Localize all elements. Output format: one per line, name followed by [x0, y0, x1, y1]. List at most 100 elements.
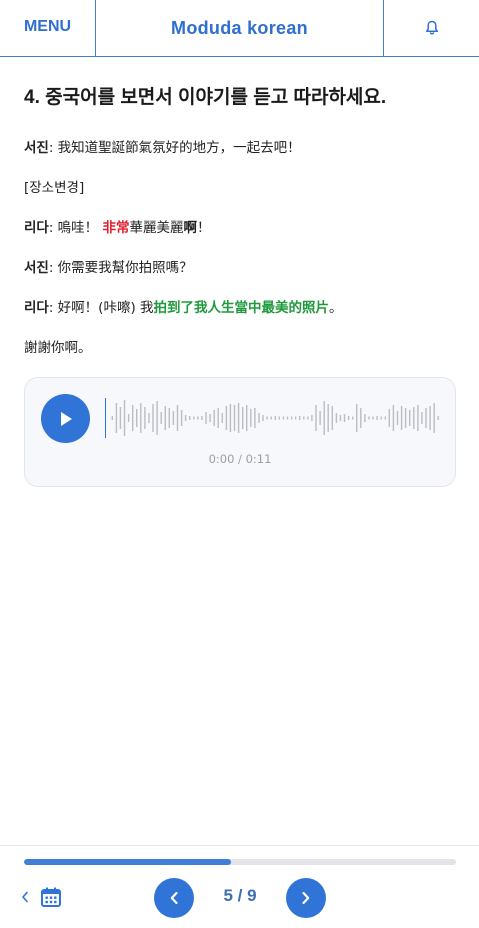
waveform-bar [421, 412, 423, 424]
waveform-bar [372, 416, 374, 420]
waveform-bar [156, 401, 158, 435]
back-button[interactable] [18, 888, 32, 906]
waveform-bar [429, 406, 431, 430]
waveform-bar [311, 415, 313, 421]
waveform-bar [189, 416, 191, 420]
waveform-bar [339, 415, 342, 421]
waveform-bar [404, 408, 407, 428]
waveform-bar [144, 407, 146, 429]
waveform-bar [319, 411, 321, 425]
prev-arrow-icon [170, 891, 178, 905]
waveform-bar [368, 416, 370, 420]
lesson-progress-fill [24, 859, 232, 865]
waveform-bar [237, 403, 240, 433]
waveform-bar [376, 416, 378, 420]
waveform-bar [209, 414, 211, 422]
waveform-bar [335, 413, 338, 423]
waveform-bar [184, 415, 187, 421]
play-icon [60, 411, 72, 426]
waveform-bar [205, 412, 207, 424]
waveform-bar [400, 406, 403, 430]
menu-button[interactable]: MENU [0, 0, 96, 56]
waveform-bar [152, 404, 154, 432]
lesson-progress-bar [24, 859, 456, 865]
waveform-bar [347, 416, 350, 420]
waveform-bar [132, 405, 134, 431]
waveform-bar [140, 403, 142, 433]
waveform-bar [242, 407, 244, 429]
waveform-bar [262, 415, 264, 421]
waveform-bar [217, 408, 219, 428]
waveform-bar [180, 410, 183, 426]
dialogue-line: [장소변경] [24, 178, 84, 198]
waveform-bar [111, 416, 113, 420]
waveform-bar [172, 411, 175, 425]
logo[interactable]: Moduda korean [96, 0, 383, 56]
waveform-bar [307, 416, 309, 420]
highlight-text: 拍到了我人生當中最美的照片 [153, 300, 330, 316]
play-button[interactable] [41, 394, 90, 443]
waveform-bar [364, 414, 366, 422]
waveform-bar [148, 413, 150, 423]
prev-page-button[interactable] [154, 878, 194, 918]
waveform-bar [352, 416, 354, 420]
waveform-bar [221, 413, 223, 423]
waveform-bar [417, 405, 419, 431]
audio-waveform[interactable] [111, 396, 441, 440]
waveform-bar [201, 416, 203, 420]
playhead[interactable] [105, 398, 106, 438]
audio-time: 0:00 / 0:11 [208, 452, 272, 466]
waveform-bar [213, 410, 215, 426]
highlight-text: 啊 [183, 220, 197, 236]
notification-button[interactable] [383, 0, 479, 56]
page-indicator: 5 / 9 [223, 886, 257, 905]
waveform-bar [396, 411, 399, 425]
waveform-bar [286, 416, 289, 420]
waveform-bar [193, 416, 195, 420]
waveform-bar [331, 406, 333, 430]
next-page-button[interactable] [286, 878, 326, 918]
waveform-bar [409, 410, 411, 426]
calendar-button[interactable] [40, 886, 62, 908]
dialogue-text: ！ [196, 220, 211, 236]
speaker-name: 서진 [24, 140, 49, 156]
dialogue-text: : 好啊！(咔嚓) 我 [48, 300, 154, 316]
calendar-icon [41, 887, 61, 907]
waveform-bar [315, 405, 317, 431]
exercise-title: 4. 중국어를 보면서 이야기를 듣고 따라하세요. [24, 87, 387, 108]
waveform-bar [168, 408, 170, 428]
dialogue-text: : 你需要我幫你拍照嗎？ [48, 260, 193, 276]
speaker-name: 서진 [24, 260, 49, 276]
waveform-bar [266, 416, 268, 420]
waveform-bar [274, 416, 276, 420]
bell-icon [425, 20, 438, 35]
waveform-bar [392, 405, 395, 431]
waveform-bar [115, 403, 118, 433]
speaker-name: 리다 [24, 300, 49, 316]
waveform-bar [425, 408, 427, 428]
dialogue-line: 리다: 嗚哇！ 非常華麗美麗啊！ [24, 218, 210, 238]
bottom-bar: 5 / 9 [0, 845, 479, 928]
chevron-left-icon [22, 891, 28, 903]
waveform-bar [176, 405, 179, 431]
waveform-bar [388, 409, 390, 427]
exercise-content: 4. 중국어를 보면서 이야기를 듣고 따라하세요. [24, 84, 455, 112]
waveform-bar [327, 404, 329, 432]
dialogue-line: 리다: 好啊！(咔嚓) 我拍到了我人生當中最美的照片。 [24, 298, 343, 318]
dialogue-text: [장소변경] [24, 180, 85, 196]
waveform-bar [343, 414, 346, 422]
waveform-bar [433, 403, 435, 433]
dialogue: 서진: 我知道聖誕節氣氛好的地方，一起去吧！ [장소변경] 리다: 嗚哇！ 非常華麗… [24, 138, 455, 368]
waveform-bar [437, 416, 439, 420]
waveform-bar [233, 405, 236, 431]
waveform-bar [246, 405, 248, 431]
dialogue-line: 서진: 你需要我幫你拍照嗎？ [24, 258, 193, 278]
waveform-bar [384, 416, 386, 420]
waveform-bar [119, 407, 122, 429]
waveform-bar [356, 404, 358, 432]
waveform-bar [278, 416, 280, 420]
waveform-bar [164, 406, 166, 430]
waveform-bar [160, 412, 162, 424]
waveform-bar [127, 414, 130, 422]
speaker-name: 리다 [24, 220, 49, 236]
